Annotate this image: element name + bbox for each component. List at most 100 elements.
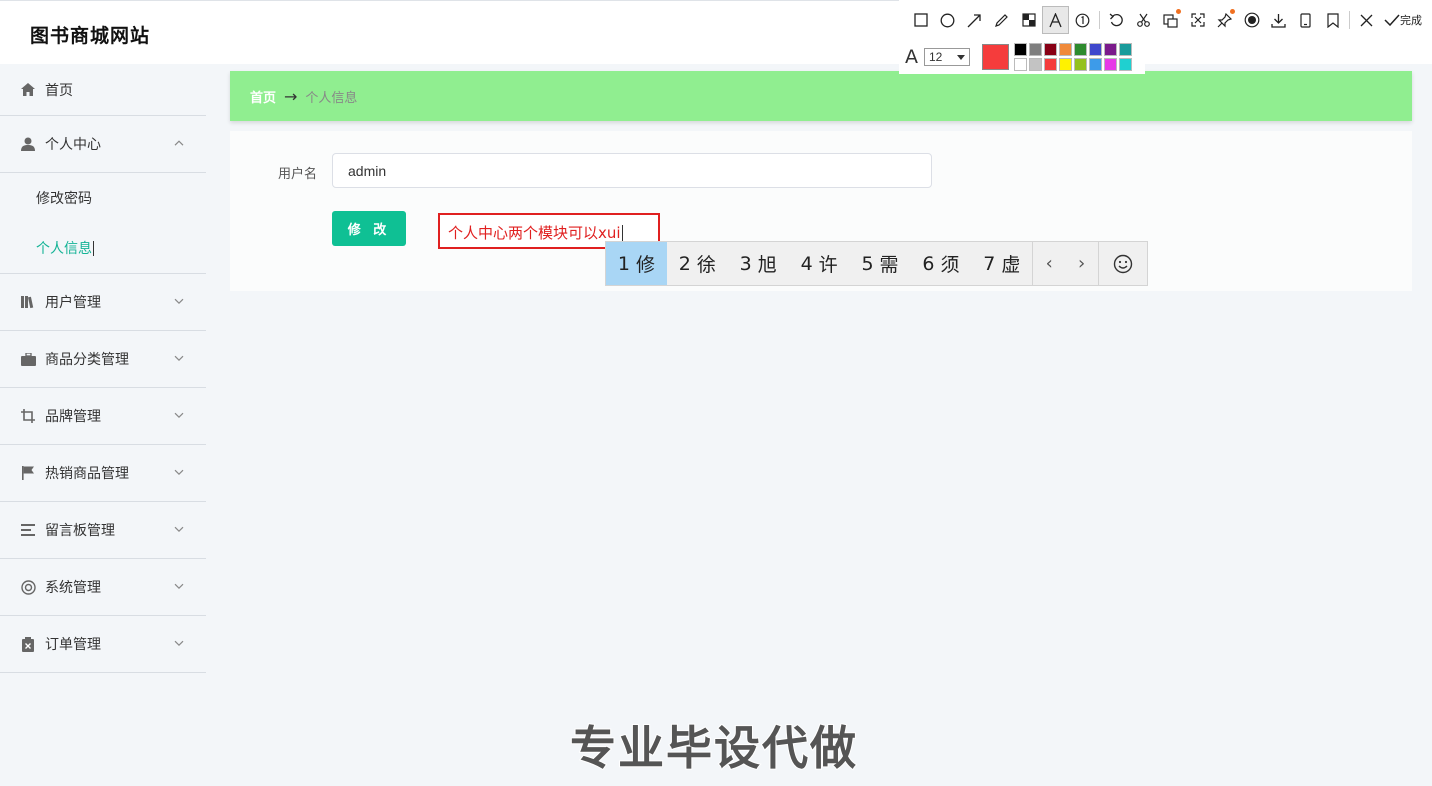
ellipse-tool-icon[interactable] (934, 6, 961, 34)
crop-icon (20, 408, 36, 424)
font-size-value: 12 (929, 50, 943, 64)
username-label: 用户名 (278, 167, 318, 182)
color-swatch[interactable] (1119, 58, 1132, 71)
color-swatch[interactable] (1074, 43, 1087, 56)
ime-candidate[interactable]: 3旭 (728, 242, 789, 285)
annotation-text-value: 个人中心两个模块可以xui (448, 224, 621, 242)
candidate-number: 2 (678, 252, 691, 275)
sidebar-item-label: 热销商品管理 (45, 466, 129, 482)
ime-next-page-button[interactable]: › (1065, 242, 1098, 285)
ime-candidate[interactable]: 6须 (910, 242, 971, 285)
notification-dot (1230, 9, 1235, 14)
color-swatch[interactable] (1059, 58, 1072, 71)
briefcase-icon (20, 351, 36, 367)
sidebar-item-label: 订单管理 (45, 637, 101, 653)
lifebuoy-icon (20, 579, 36, 595)
screenshot-toolbar: 完成 (899, 0, 1432, 40)
candidate-char: 虚 (1001, 254, 1021, 276)
current-color-swatch[interactable] (982, 44, 1009, 70)
undo-icon[interactable] (1103, 6, 1130, 34)
edit-button[interactable]: 修 改 (332, 211, 406, 246)
ocr-tool-icon[interactable] (1157, 6, 1184, 34)
sidebar-item-message-board[interactable]: 留言板管理 (0, 502, 206, 559)
color-swatch[interactable] (1044, 43, 1057, 56)
sidebar-subitem-label: 个人信息 (36, 241, 92, 257)
color-palette (1014, 43, 1132, 71)
phone-icon[interactable] (1292, 6, 1319, 34)
expand-icon[interactable] (1184, 6, 1211, 34)
sidebar-item-personal-center[interactable]: 个人中心 (0, 116, 206, 173)
record-icon[interactable] (1238, 6, 1265, 34)
emoji-icon[interactable] (1098, 242, 1147, 285)
sidebar-item-category-management[interactable]: 商品分类管理 (0, 331, 206, 388)
candidate-number: 4 (800, 252, 813, 275)
ime-prev-page-button[interactable]: ‹ (1032, 242, 1065, 285)
chevron-down-icon (174, 465, 184, 478)
ime-candidate[interactable]: 5需 (850, 242, 911, 285)
font-size-select[interactable]: 12 (924, 48, 970, 66)
color-swatch[interactable] (1014, 43, 1027, 56)
candidate-number: 6 (922, 252, 935, 275)
bookmark-icon[interactable] (1319, 6, 1346, 34)
ime-candidate[interactable]: 4许 (789, 242, 850, 285)
done-button[interactable]: 完成 (1384, 12, 1422, 28)
ime-candidate[interactable]: 1修 (606, 242, 667, 285)
text-style-panel: A 12 (899, 40, 1145, 74)
number-marker-tool-icon[interactable] (1069, 6, 1096, 34)
rectangle-tool-icon[interactable] (907, 6, 934, 34)
sidebar-item-label: 留言板管理 (45, 523, 115, 539)
color-swatch[interactable] (1089, 58, 1102, 71)
sidebar-item-system-management[interactable]: 系统管理 (0, 559, 206, 616)
color-swatch[interactable] (1119, 43, 1132, 56)
candidate-number: 3 (739, 252, 752, 275)
site-title: 图书商城网站 (30, 25, 151, 47)
ime-candidate[interactable]: 2徐 (667, 242, 728, 285)
mosaic-tool-icon[interactable] (1015, 6, 1042, 34)
username-input[interactable] (332, 153, 932, 188)
sidebar-item-label: 品牌管理 (45, 409, 101, 425)
sidebar-item-brand-management[interactable]: 品牌管理 (0, 388, 206, 445)
color-swatch[interactable] (1014, 58, 1027, 71)
home-icon (20, 82, 36, 98)
color-swatch[interactable] (1104, 43, 1117, 56)
text-tool-icon[interactable] (1042, 6, 1069, 34)
sidebar-item-personal-info[interactable]: 个人信息 (0, 223, 206, 273)
scissors-icon[interactable] (1130, 6, 1157, 34)
list-icon (20, 522, 36, 538)
close-icon[interactable] (1353, 6, 1380, 34)
sidebar-subitem-label: 修改密码 (36, 191, 92, 207)
ime-candidate[interactable]: 7虚 (971, 242, 1032, 285)
text-cursor (93, 240, 94, 256)
pin-icon[interactable] (1211, 6, 1238, 34)
chevron-down-icon (174, 294, 184, 307)
font-icon: A (905, 46, 918, 68)
sidebar-item-user-management[interactable]: 用户管理 (0, 274, 206, 331)
clipboard-icon (20, 636, 36, 652)
color-swatch[interactable] (1089, 43, 1102, 56)
sidebar-item-hot-products[interactable]: 热销商品管理 (0, 445, 206, 502)
annotation-text: 个人中心两个模块可以xui (448, 222, 623, 243)
color-swatch[interactable] (1029, 58, 1042, 71)
candidate-number: 1 (617, 252, 630, 275)
arrow-tool-icon[interactable] (961, 6, 988, 34)
color-swatch[interactable] (1029, 43, 1042, 56)
sidebar-item-order-management[interactable]: 订单管理 (0, 616, 206, 673)
toolbar-divider (1099, 11, 1100, 29)
sidebar-item-home[interactable]: 首页 (0, 64, 206, 116)
breadcrumb-current: 个人信息 (305, 90, 358, 106)
sidebar-item-change-password[interactable]: 修改密码 (0, 173, 206, 223)
notification-dot (1176, 9, 1181, 14)
download-icon[interactable] (1265, 6, 1292, 34)
chevron-down-icon (174, 351, 184, 364)
color-swatch[interactable] (1074, 58, 1087, 71)
chevron-down-icon (174, 408, 184, 421)
color-swatch[interactable] (1044, 58, 1057, 71)
text-cursor (621, 225, 623, 242)
breadcrumb-home[interactable]: 首页 (250, 87, 276, 106)
color-swatch[interactable] (1104, 58, 1117, 71)
candidate-char: 修 (635, 254, 655, 276)
pencil-tool-icon[interactable] (988, 6, 1015, 34)
chevron-down-icon (174, 579, 184, 592)
color-swatch[interactable] (1059, 43, 1072, 56)
sidebar-item-label: 首页 (45, 82, 73, 99)
